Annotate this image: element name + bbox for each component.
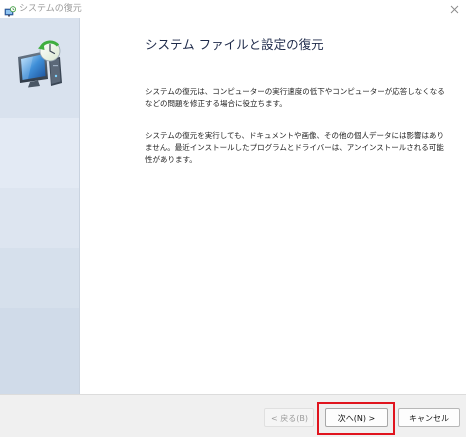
page-title: システム ファイルと設定の復元 bbox=[145, 37, 324, 52]
button-bar bbox=[0, 394, 466, 437]
sidebar-banner bbox=[0, 18, 80, 394]
next-button[interactable]: 次へ(N) > bbox=[325, 408, 388, 427]
window-title: システムの復元 bbox=[19, 4, 82, 14]
system-restore-icon bbox=[4, 3, 16, 17]
system-restore-monitor-icon bbox=[16, 39, 64, 89]
description-paragraph-2: システムの復元を実行しても、ドキュメントや画像、その他の個人データには影響はあり… bbox=[145, 131, 444, 164]
system-restore-window: システムの復元 システム ファイルと設定の復元 システムの復元は、コンピューター… bbox=[0, 0, 466, 437]
title-bar: システムの復元 bbox=[0, 0, 466, 18]
close-icon[interactable] bbox=[444, 0, 464, 18]
description-paragraph-1: システムの復元は、コンピューターの実行速度の低下やコンピューターが応答しなくなる… bbox=[145, 87, 445, 108]
back-button[interactable]: < 戻る(B) bbox=[264, 408, 314, 427]
cancel-button[interactable]: キャンセル bbox=[398, 408, 460, 427]
content-panel: システム ファイルと設定の復元 システムの復元は、コンピューターの実行速度の低下… bbox=[80, 18, 466, 394]
